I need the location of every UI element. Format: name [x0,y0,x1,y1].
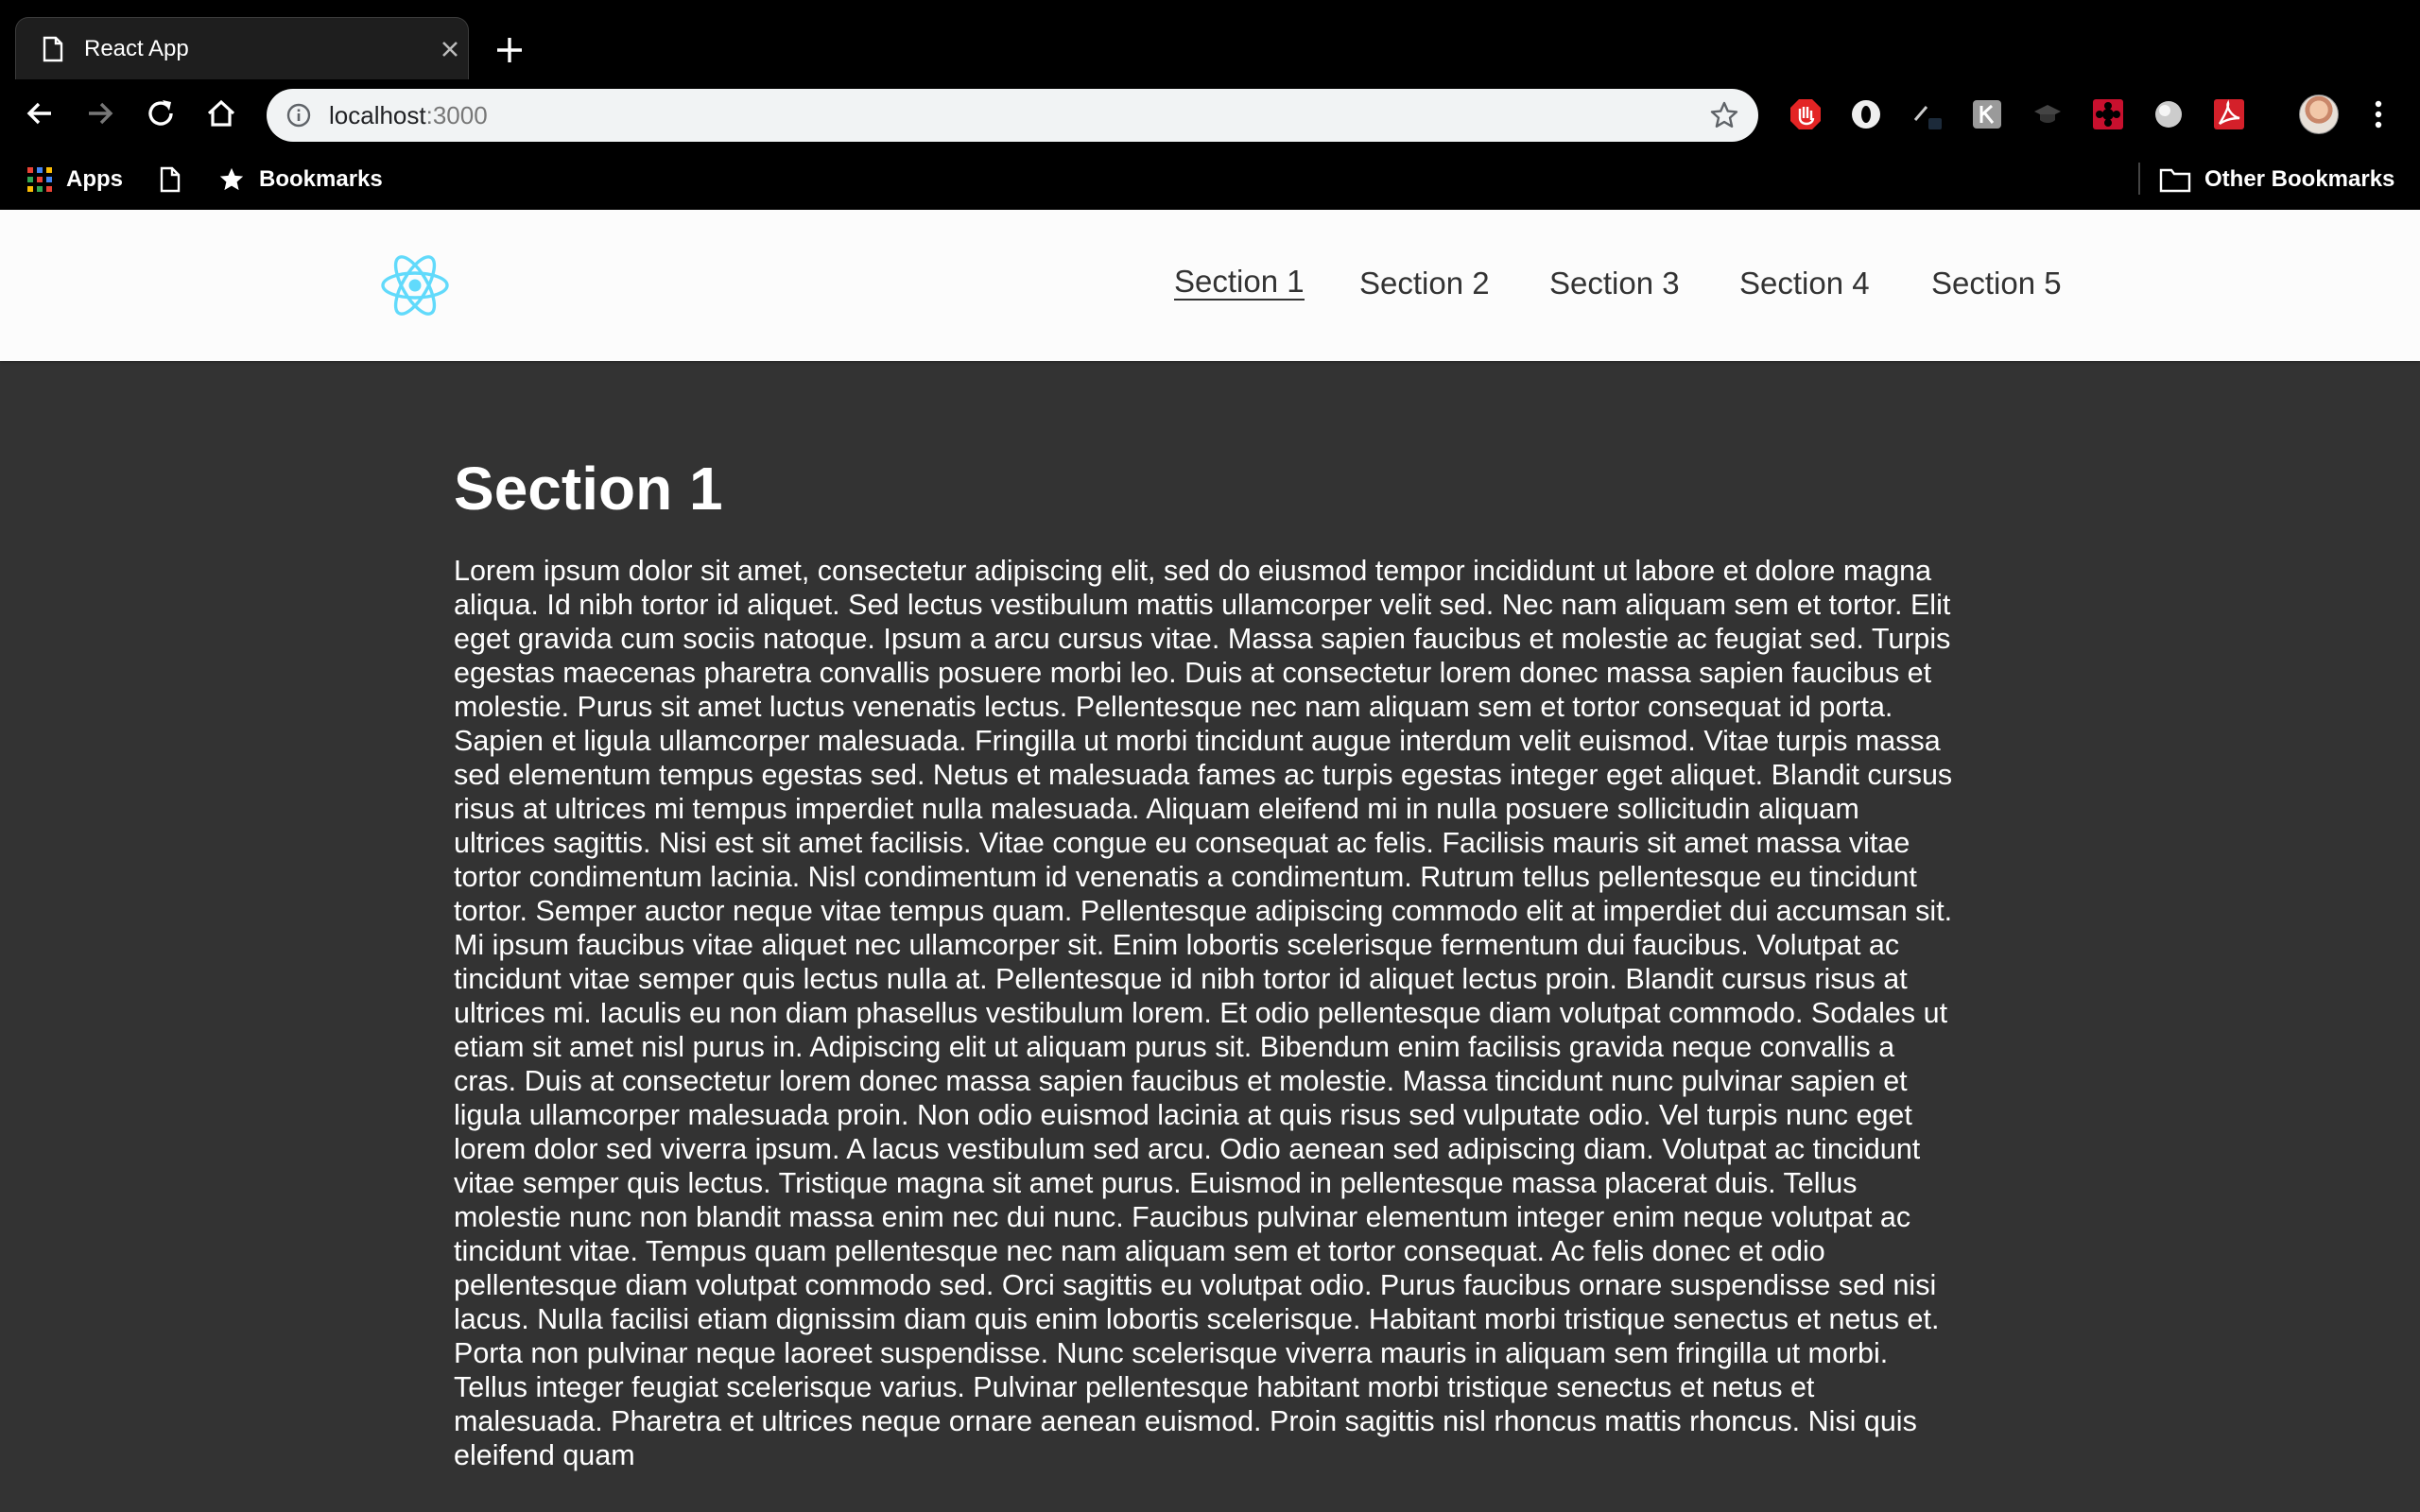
tab-title: React App [84,36,189,61]
acrobat-extension-icon[interactable] [2212,97,2246,131]
sphere-extension-icon[interactable] [2152,97,2186,131]
browser-chrome: React App localhost:3000 Apps Bookmarks … [0,0,2420,210]
nav-section-3[interactable]: Section 3 [1549,265,1680,302]
nav-section-5[interactable]: Section 5 [1931,265,2062,302]
address-bar[interactable]: localhost:3000 [267,89,1758,142]
adblock-extension-icon[interactable] [1789,97,1823,131]
star-icon[interactable] [1709,100,1739,130]
plus-icon[interactable] [493,34,526,66]
star-icon [219,167,244,191]
apps-grid-icon [27,167,52,192]
pen-extension-icon[interactable] [1910,97,1944,131]
bookmark-other[interactable]: Other Bookmarks [2159,161,2394,198]
folder-icon [2159,168,2191,193]
bookmark-bookmarks[interactable]: Bookmarks [217,161,383,198]
bookmark-apps-label: Apps [66,166,123,192]
more-vert-icon[interactable] [2363,98,2394,130]
section-title: Section 1 [454,455,723,523]
bookmarks-divider [2138,163,2140,195]
info-icon[interactable] [285,102,312,129]
reload-icon[interactable] [142,94,180,132]
profile-avatar[interactable] [2299,94,2339,134]
bookmark-page[interactable] [159,161,182,198]
react-logo-icon[interactable] [380,251,450,319]
graduation-cap-extension-icon[interactable] [2031,97,2065,131]
close-icon[interactable] [438,37,462,61]
section-body: Lorem ipsum dolor sit amet, consectetur … [454,555,1953,1471]
bookmark-bookmarks-label: Bookmarks [259,166,383,192]
section-content: Section 1 Lorem ipsum dolor sit amet, co… [454,361,1966,1512]
nav-section-1[interactable]: Section 1 [1174,265,1305,301]
address-port: :3000 [425,101,488,129]
tab-strip: React App [0,0,2420,79]
page-icon [43,36,63,62]
red-flower-extension-icon[interactable] [2091,97,2125,131]
arrow-left-icon[interactable] [21,94,59,132]
circle-extension-icon[interactable] [1849,97,1883,131]
address-host: localhost [329,101,426,129]
tab-react-app[interactable]: React App [15,17,469,79]
bookmark-apps[interactable]: Apps [26,161,123,198]
nav-section-4[interactable]: Section 4 [1739,265,1870,302]
page-icon [160,166,181,193]
bookmark-other-label: Other Bookmarks [2204,166,2395,192]
bookmarks-bar: Apps Bookmarks Other Bookmarks [0,149,2420,210]
site-navbar: Section 1 Section 2 Section 3 Section 4 … [0,210,2420,361]
k-extension-icon[interactable] [1970,97,2004,131]
address-url[interactable]: localhost:3000 [329,102,488,129]
home-icon[interactable] [202,94,240,132]
arrow-right-icon[interactable] [81,94,119,132]
nav-section-2[interactable]: Section 2 [1359,265,1490,302]
